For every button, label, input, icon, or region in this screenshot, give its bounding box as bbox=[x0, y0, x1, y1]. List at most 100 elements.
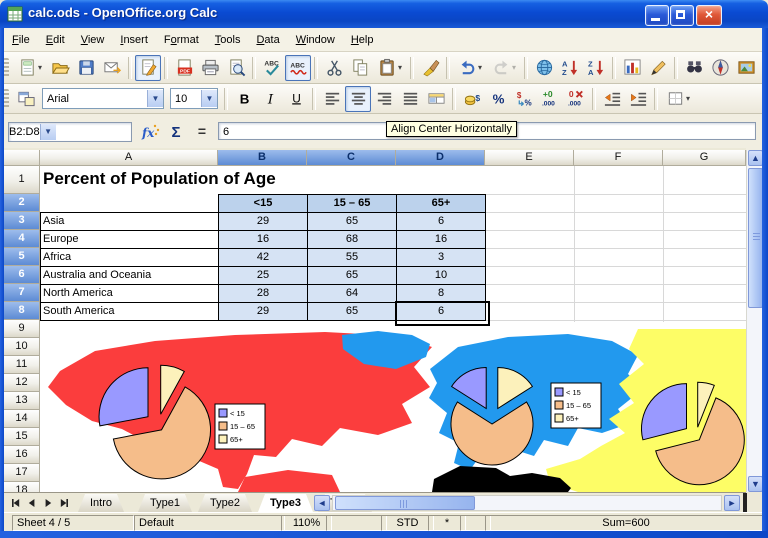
menu-help[interactable]: Help bbox=[343, 31, 382, 49]
row-header-1[interactable]: 1 bbox=[4, 166, 40, 194]
menu-view[interactable]: View bbox=[73, 31, 113, 49]
toolbar-bold-button[interactable]: B bbox=[231, 86, 257, 112]
close-button[interactable]: × bbox=[696, 5, 722, 26]
column-header-D[interactable]: D bbox=[396, 150, 485, 166]
row-header-8[interactable]: 8 bbox=[4, 302, 40, 320]
row-header-6[interactable]: 6 bbox=[4, 266, 40, 284]
cell-D3[interactable]: 6 bbox=[396, 212, 486, 231]
sheet-tab-type3[interactable]: Type3 bbox=[258, 494, 313, 512]
row-header-15[interactable]: 15 bbox=[4, 428, 40, 446]
row-header-14[interactable]: 14 bbox=[4, 410, 40, 428]
toolbar-draw-button[interactable] bbox=[645, 55, 671, 81]
menu-edit[interactable]: Edit bbox=[38, 31, 73, 49]
row-header-5[interactable]: 5 bbox=[4, 248, 40, 266]
toolbar-italic-button[interactable]: I bbox=[257, 86, 283, 112]
toolbar-aligncenter-button[interactable] bbox=[345, 86, 371, 112]
toolbar-new-button[interactable]: ▾ bbox=[13, 55, 47, 81]
minimize-button[interactable] bbox=[645, 5, 669, 26]
cell-B5[interactable]: 42 bbox=[218, 248, 308, 267]
vertical-scrollbar[interactable]: ▲ ▼ bbox=[746, 150, 763, 492]
row-header-16[interactable]: 16 bbox=[4, 446, 40, 464]
toolbar-decindent-button[interactable] bbox=[599, 86, 625, 112]
toolbar-gallery-button[interactable] bbox=[733, 55, 759, 81]
cell-B8[interactable]: 29 bbox=[218, 302, 308, 321]
dropdown-arrow-icon[interactable]: ▾ bbox=[398, 63, 402, 72]
menu-window[interactable]: Window bbox=[288, 31, 343, 49]
cell-D4[interactable]: 16 bbox=[396, 230, 486, 249]
toolbar-print-button[interactable] bbox=[197, 55, 223, 81]
scroll-up-icon[interactable]: ▲ bbox=[748, 150, 763, 166]
combo-dropdown-icon[interactable]: ▼ bbox=[201, 90, 217, 107]
toolbar-chart-button[interactable] bbox=[619, 55, 645, 81]
row-header-3[interactable]: 3 bbox=[4, 212, 40, 230]
cell-C6[interactable]: 65 bbox=[307, 266, 397, 285]
cell-B6[interactable]: 25 bbox=[218, 266, 308, 285]
name-box[interactable]: B2:D8 ▼ bbox=[8, 122, 132, 142]
toolbar-currency-button[interactable]: $ bbox=[459, 86, 485, 112]
toolbar-cut-button[interactable] bbox=[321, 55, 347, 81]
status-selection-mode[interactable]: STD bbox=[381, 515, 434, 531]
toolbar-open-button[interactable] bbox=[47, 55, 73, 81]
cell-B7[interactable]: 28 bbox=[218, 284, 308, 303]
toolbar-preview-button[interactable] bbox=[223, 55, 249, 81]
sum-button[interactable]: Σ bbox=[164, 122, 188, 142]
toolbar-borders-button[interactable]: ▾ bbox=[661, 86, 695, 112]
menu-format[interactable]: Format bbox=[156, 31, 207, 49]
cell-A7[interactable]: North America bbox=[40, 284, 219, 303]
toolbar-hyperlink-button[interactable] bbox=[531, 55, 557, 81]
function-wizard-button[interactable]: fx bbox=[138, 122, 162, 142]
status-sheet[interactable]: Sheet 4 / 5 bbox=[12, 515, 134, 531]
toolbar-incindent-button[interactable] bbox=[625, 86, 651, 112]
toolbar-stdfmt-button[interactable]: $% bbox=[511, 86, 537, 112]
toolbar-sortasc-button[interactable]: AZ bbox=[557, 55, 583, 81]
map-chart-object[interactable]: < 1515 – 6565+< 1515 – 6565+ bbox=[40, 329, 746, 492]
row-header-18[interactable]: 18 bbox=[4, 482, 40, 492]
toolbar-navigator-button[interactable] bbox=[707, 55, 733, 81]
cell-D2[interactable]: 65+ bbox=[396, 194, 486, 213]
toolbar-save-button[interactable] bbox=[73, 55, 99, 81]
row-header-7[interactable]: 7 bbox=[4, 284, 40, 302]
toolbar-deldec-button[interactable]: 0.000 bbox=[563, 86, 589, 112]
sheet-tab-intro[interactable]: Intro bbox=[78, 494, 124, 512]
menu-file[interactable]: File bbox=[4, 31, 38, 49]
row-header-11[interactable]: 11 bbox=[4, 356, 40, 374]
menu-insert[interactable]: Insert bbox=[112, 31, 156, 49]
split-handle[interactable] bbox=[743, 493, 747, 512]
font-name-combo[interactable]: Arial▼ bbox=[42, 88, 164, 109]
cell-C4[interactable]: 68 bbox=[307, 230, 397, 249]
column-header-G[interactable]: G bbox=[663, 150, 746, 166]
status-zoom[interactable]: 110% bbox=[281, 515, 332, 531]
toolbar-brush-button[interactable] bbox=[417, 55, 443, 81]
cell-D6[interactable]: 10 bbox=[396, 266, 486, 285]
last-sheet-button[interactable] bbox=[56, 495, 72, 511]
row-header-9[interactable]: 9 bbox=[4, 320, 40, 338]
toolbar-paste-button[interactable]: ▾ bbox=[373, 55, 407, 81]
cell-A8[interactable]: South America bbox=[40, 302, 219, 321]
cell-C7[interactable]: 64 bbox=[307, 284, 397, 303]
row-header-13[interactable]: 13 bbox=[4, 392, 40, 410]
first-sheet-button[interactable] bbox=[8, 495, 24, 511]
toolbar-spell-button[interactable]: ABC bbox=[259, 55, 285, 81]
toolbar-pdf-button[interactable]: PDF bbox=[171, 55, 197, 81]
toolbar-sortdesc-button[interactable]: ZA bbox=[583, 55, 609, 81]
row-header-17[interactable]: 17 bbox=[4, 464, 40, 482]
dropdown-arrow-icon[interactable]: ▾ bbox=[512, 63, 516, 72]
toolbar-edit-button[interactable] bbox=[135, 55, 161, 81]
select-all-corner[interactable] bbox=[4, 150, 40, 166]
status-page-style[interactable]: Default bbox=[134, 515, 285, 531]
row-header-2[interactable]: 2 bbox=[4, 194, 40, 212]
cell-C3[interactable]: 65 bbox=[307, 212, 397, 231]
name-box-dropdown-icon[interactable]: ▼ bbox=[40, 124, 56, 140]
cell-B3[interactable]: 29 bbox=[218, 212, 308, 231]
cell-B2[interactable]: <15 bbox=[218, 194, 308, 213]
toolbar-email-button[interactable] bbox=[99, 55, 125, 81]
toolbar-underline-button[interactable]: U bbox=[283, 86, 309, 112]
dropdown-arrow-icon[interactable]: ▾ bbox=[38, 63, 42, 72]
cell-C2[interactable]: 15 – 65 bbox=[307, 194, 397, 213]
dropdown-arrow-icon[interactable]: ▾ bbox=[478, 63, 482, 72]
horizontal-scroll-thumb[interactable] bbox=[335, 496, 475, 510]
column-header-B[interactable]: B bbox=[218, 150, 307, 166]
column-header-E[interactable]: E bbox=[485, 150, 574, 166]
menu-data[interactable]: Data bbox=[248, 31, 287, 49]
next-sheet-button[interactable] bbox=[40, 495, 56, 511]
